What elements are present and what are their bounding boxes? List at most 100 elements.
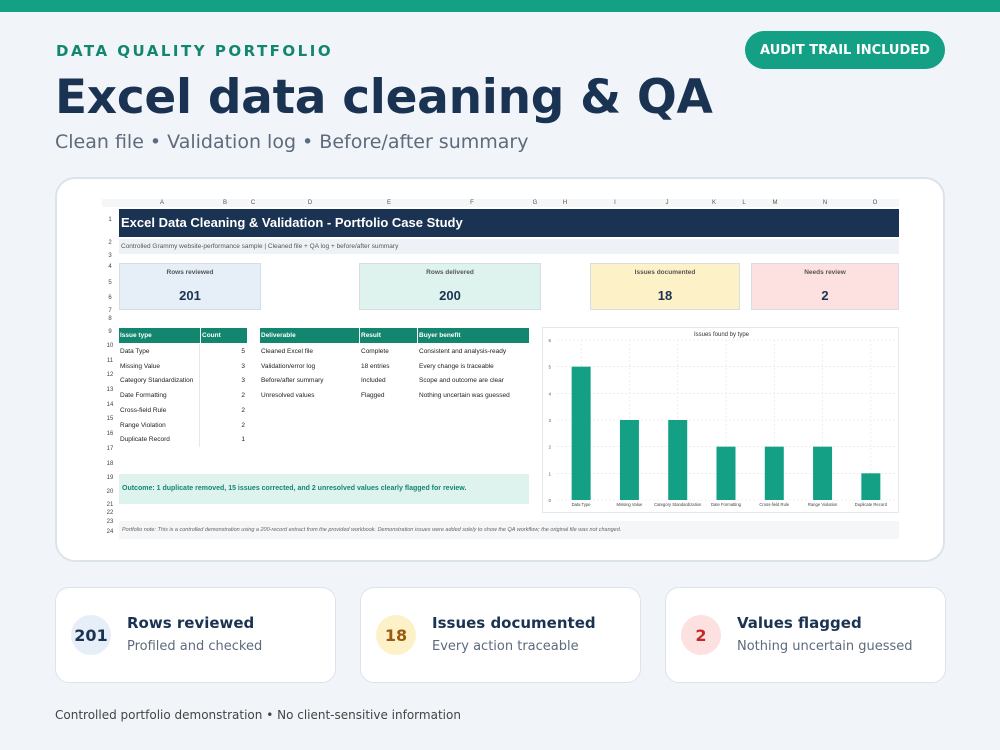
page-title: Excel data cleaning & QA: [55, 70, 713, 125]
kpi-value: 200: [439, 288, 461, 303]
stat-value-circle: 201: [71, 615, 111, 655]
table-cell: Consistent and analysis-ready: [419, 348, 507, 355]
table-cell: Range Violation: [119, 417, 200, 433]
table-header-cell: Deliverable: [260, 328, 359, 343]
row-number: 13: [106, 387, 114, 393]
column-letter: E: [386, 200, 392, 206]
column-letter: G: [532, 200, 538, 206]
row-number: 4: [108, 264, 112, 270]
table-cell: Nothing uncertain was guessed: [419, 392, 510, 400]
column-letter: N: [822, 200, 828, 206]
table-cell: Every change is traceable: [419, 362, 494, 370]
kpi-value: 201: [179, 288, 201, 303]
stat-subtitle: Profiled and checked: [127, 639, 263, 654]
spreadsheet-preview-card: ABCDEFGHIJKLMNO 1 2 3 4 5 6 7 8 9 10 11 12 13 14 15 16 1…: [55, 177, 945, 562]
kpi-value: 2: [821, 288, 829, 303]
page-subtitle: Clean file • Validation log • Before/aft…: [55, 131, 529, 153]
y-tick-label: 5: [548, 365, 551, 370]
stat-card-values-flagged: 2 Values flagged Nothing uncertain guess…: [665, 587, 946, 683]
column-letter: L: [742, 200, 746, 206]
row-number: 10: [106, 343, 114, 349]
row-number: 6: [108, 295, 112, 301]
table-cell: Unresolved values: [261, 392, 315, 400]
y-tick-label: 4: [548, 391, 551, 396]
table-header-cell: Buyer benefit: [418, 328, 529, 343]
issues-chart: Issues found by type 0 1 2 3 4 5 6 Data Type Miss…: [542, 327, 899, 513]
table-cell: Cross-field Rule: [119, 402, 200, 418]
bar-date-formatting: [716, 446, 736, 500]
table-cell: Date Formatting: [119, 388, 200, 404]
table-cell: 1: [241, 436, 245, 444]
table-cell: Flagged: [361, 392, 385, 400]
column-letter: J: [665, 200, 669, 206]
column-letter: A: [159, 200, 165, 206]
y-tick-label: 0: [548, 498, 551, 503]
table-cell: Data Type: [119, 344, 200, 359]
row-number: 12: [106, 372, 114, 378]
column-letter: H: [562, 200, 568, 206]
row-number: 18: [106, 461, 114, 467]
stat-title: Values flagged: [737, 614, 862, 632]
row-number: 17: [106, 446, 114, 452]
stat-subtitle: Nothing uncertain guessed: [737, 639, 913, 654]
sheet-banner-title: Excel Data Cleaning & Validation - Portf…: [119, 209, 899, 237]
row-number: 9: [108, 329, 112, 335]
column-header-bar: A B C D E F G H I J K L M N O: [102, 199, 899, 207]
y-tick-label: 6: [548, 338, 551, 343]
bar-range-violation: [813, 446, 833, 500]
kpi-label: Rows reviewed: [166, 269, 214, 276]
table-header-cell: Issue type: [119, 328, 200, 343]
table-cell: Complete: [361, 348, 389, 355]
table-cell: 3: [241, 362, 245, 370]
row-number: 22: [106, 510, 114, 516]
kpi-issues-documented: Issues documented 18: [590, 263, 740, 310]
row-number: 2: [108, 240, 112, 246]
table-cell: Included: [361, 377, 386, 385]
issue-type-table: Issue type Count Data Type 5 Missing Value 3 C…: [119, 328, 249, 448]
y-tick-label: 1: [548, 471, 551, 476]
row-number: 21: [106, 502, 114, 508]
table-cell: 2: [241, 392, 245, 400]
x-tick-label: Category Standardization: [654, 502, 702, 507]
row-number: 24: [106, 529, 114, 535]
bar-duplicate-record: [861, 473, 881, 500]
kpi-rows-reviewed: Rows reviewed 201: [119, 263, 261, 310]
column-letter: C: [250, 200, 256, 206]
row-number: 16: [106, 431, 114, 437]
row-number: 11: [106, 358, 114, 364]
chart-title: Issues found by type: [694, 332, 750, 338]
table-header-cell: Result: [360, 328, 417, 343]
kpi-needs-review: Needs review 2: [751, 263, 899, 310]
x-tick-label: Date Formatting: [711, 502, 742, 507]
issues-chart-svg: Issues found by type 0 1 2 3 4 5 6 Data Type Miss…: [548, 332, 895, 507]
table-cell: Before/after summary: [261, 377, 324, 385]
column-letter: M: [772, 200, 778, 206]
row-number: 5: [108, 280, 112, 286]
row-number: 20: [106, 489, 114, 495]
table-cell: Scope and outcome are clear: [419, 377, 504, 385]
deliverable-table: Deliverable Result Buyer benefit Cleaned Ex…: [260, 328, 530, 408]
row-number: 3: [108, 253, 112, 259]
kpi-rows-delivered: Rows delivered 200: [359, 263, 541, 310]
table-cell: 3: [241, 377, 245, 385]
row-number: 8: [108, 316, 112, 322]
row-number: 14: [106, 402, 114, 408]
row-number: 15: [106, 416, 114, 422]
column-letter: I: [614, 200, 616, 206]
table-cell: Category Standardization: [119, 373, 200, 389]
bar-category-standardization: [668, 420, 688, 500]
table-cell: Cleaned Excel file: [261, 348, 314, 355]
kpi-value: 18: [657, 288, 673, 303]
kpi-label: Rows delivered: [426, 269, 474, 276]
stat-card-issues-documented: 18 Issues documented Every action tracea…: [360, 587, 641, 683]
bar-data-type: [571, 366, 591, 500]
stat-subtitle: Every action traceable: [432, 639, 579, 654]
column-letter: B: [222, 200, 228, 206]
portfolio-note: Portfolio note: This is a controlled dem…: [119, 521, 899, 539]
bar-missing-value: [619, 420, 639, 500]
audit-trail-badge: AUDIT TRAIL INCLUDED: [745, 31, 945, 69]
row-number: 7: [108, 308, 112, 314]
table-cell: 18 entries: [361, 362, 390, 370]
y-tick-label: 3: [548, 418, 551, 423]
eyebrow-label: DATA QUALITY PORTFOLIO: [56, 42, 334, 60]
